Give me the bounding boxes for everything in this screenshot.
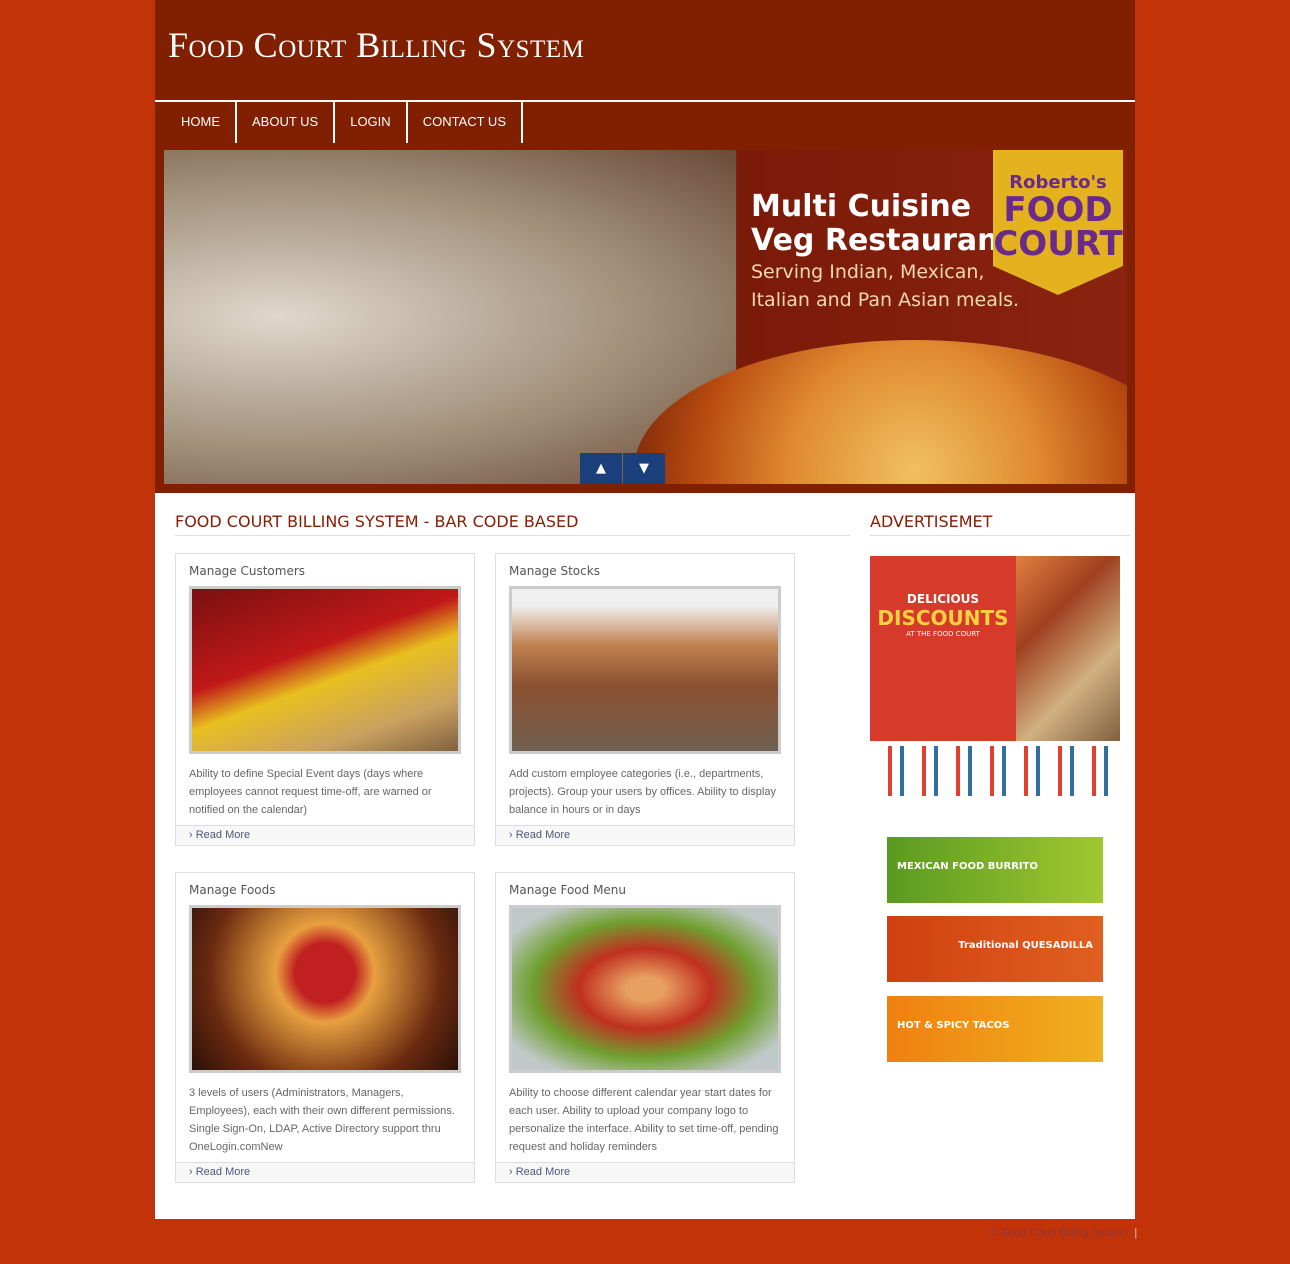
copyright: © Food Court Billing System	[990, 1227, 1129, 1239]
nav-home[interactable]: HOME	[166, 102, 237, 143]
stocks-image	[509, 586, 781, 754]
tacos-banner[interactable]: HOT & SPICY TACOS	[887, 996, 1103, 1062]
read-more-link[interactable]: › Read More	[176, 1162, 474, 1182]
slider-controls: ▲ ▼	[580, 453, 665, 484]
read-more-link[interactable]: › Read More	[176, 825, 474, 845]
box-text: 3 levels of users (Administrators, Manag…	[189, 1087, 455, 1153]
header: Food Court Billing System	[155, 0, 1135, 100]
feature-box: Manage Stocks Add custom employee catego…	[495, 553, 795, 846]
main-nav: HOME ABOUT US LOGIN CONTACT US	[155, 100, 1135, 150]
image-slider: Multi Cuisine Veg Restaurant Serving Indi…	[155, 150, 1135, 493]
discount-ad[interactable]: DELICIOUS DISCOUNTS AT THE FOOD COURT	[870, 556, 1120, 801]
main-content: FOOD COURT BILLING SYSTEM - BAR CODE BAS…	[155, 493, 1135, 1219]
slide-subtitle: Serving Indian, Mexican, Italian and Pan …	[751, 261, 1020, 311]
burrito-banner[interactable]: MEXICAN FOOD BURRITO	[887, 837, 1103, 903]
chevron-up-icon[interactable]: ▲	[580, 453, 622, 484]
quesadilla-banner[interactable]: Traditional QUESADILLA	[887, 916, 1103, 982]
box-text: Ability to define Special Event days (da…	[189, 768, 432, 816]
chevron-down-icon[interactable]: ▼	[623, 453, 665, 484]
slide-image: Multi Cuisine Veg Restaurant Serving Indi…	[164, 150, 1127, 484]
site-title: Food Court Billing System	[168, 25, 585, 65]
food-platter-image	[509, 905, 781, 1073]
footer: © Food Court Billing System |	[990, 1227, 1137, 1239]
read-more-link[interactable]: › Read More	[496, 1162, 794, 1182]
footer-separator: |	[1134, 1227, 1138, 1239]
box-title: Manage Food Menu	[509, 883, 627, 897]
sidebar-title: ADVERTISEMET	[870, 512, 993, 531]
subway-image	[189, 586, 461, 754]
nav-contact-us[interactable]: CONTACT US	[408, 102, 523, 143]
feature-box: Manage Food Menu Ability to choose diffe…	[495, 872, 795, 1183]
box-text: Ability to choose different calendar yea…	[509, 1087, 779, 1153]
nav-about-us[interactable]: ABOUT US	[237, 102, 336, 143]
box-title: Manage Customers	[189, 564, 306, 578]
slide-headline: Multi Cuisine Veg Restaurant	[751, 189, 1013, 258]
divider	[870, 535, 1130, 536]
menu-image	[189, 905, 461, 1073]
section-title: FOOD COURT BILLING SYSTEM - BAR CODE BAS…	[175, 512, 579, 531]
read-more-link[interactable]: › Read More	[496, 825, 794, 845]
feature-box: Manage Foods 3 levels of users (Administ…	[175, 872, 475, 1183]
restaurant-logo: Roberto's FOOD COURT	[993, 150, 1123, 295]
nav-login[interactable]: LOGIN	[335, 102, 408, 143]
box-text: Add custom employee categories (i.e., de…	[509, 768, 776, 816]
box-title: Manage Foods	[189, 883, 276, 897]
box-title: Manage Stocks	[509, 564, 600, 578]
feature-box: Manage Customers Ability to define Speci…	[175, 553, 475, 846]
divider	[175, 535, 850, 536]
page-wrapper: Food Court Billing System HOME ABOUT US …	[155, 0, 1135, 1219]
